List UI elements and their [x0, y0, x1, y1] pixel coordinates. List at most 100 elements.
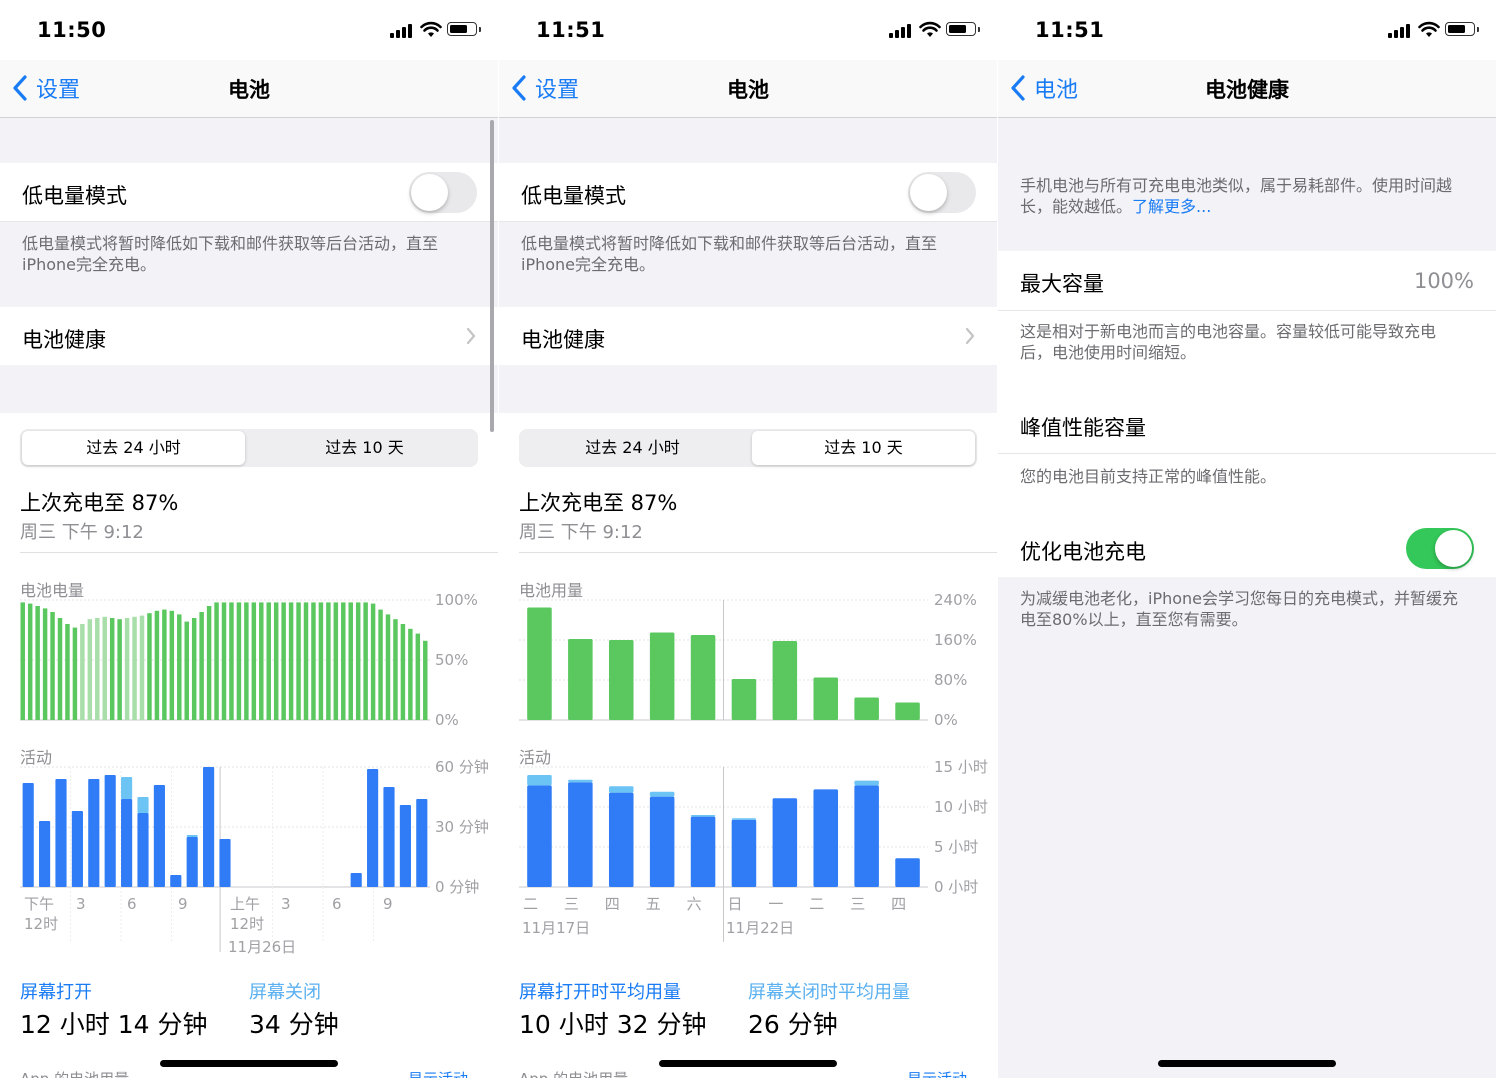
wifi-icon [1418, 21, 1440, 37]
divider [519, 552, 997, 553]
battery-level-bar [251, 602, 257, 720]
battery-level-bar [177, 614, 182, 720]
status-bar: 11:51 [998, 0, 1496, 60]
y-tick-label: 15 小时 [934, 758, 988, 776]
screen-off-avg-label: 屏幕关闭时平均用量 [748, 982, 910, 1003]
y-tick-label: 50% [435, 651, 468, 669]
activity-chart: 15 小时 10 小时 5 小时 0 小时二 三 四 五 六 日 一 二 三 四 11月17日 11月22日 [519, 758, 988, 942]
battery-level-bar [221, 602, 227, 720]
cellular-signal-icon [390, 24, 412, 38]
battery-level-bar [318, 602, 324, 720]
page-title: 电池健康 [1205, 78, 1289, 102]
y-tick-label: 5 小时 [934, 838, 978, 856]
show-activity-button[interactable]: 显示活动 [408, 1068, 468, 1078]
x-tick-label: 6 [332, 895, 342, 913]
screen-on-bar [219, 839, 231, 887]
screen-off-bar [186, 835, 198, 837]
battery-level-bar [333, 602, 339, 720]
toggle-knob [1435, 530, 1472, 567]
screen-on-bar [121, 799, 133, 887]
screen-on-bar [186, 837, 198, 887]
battery-intro-text: 手机电池与所有可充电电池类似，属于易耗部件。使用时间越长，能效越低。了解更多..… [1020, 175, 1466, 217]
segment-24h[interactable]: 过去 24 小时 [521, 431, 744, 465]
date-label: 11月26日 [228, 938, 296, 956]
battery-level-bar [393, 619, 398, 720]
battery-health-cell[interactable]: 电池健康 [0, 307, 498, 365]
screen-off-bar [731, 818, 757, 820]
battery-health-cell[interactable]: 电池健康 [499, 307, 997, 365]
learn-more-link[interactable]: 了解更多... [1132, 197, 1211, 216]
last-charge-label: 上次充电至 87% [20, 491, 179, 515]
optimize-charging-label: 优化电池充电 [1020, 540, 1146, 564]
max-capacity-desc-area: 这是相对于新电池而言的电池容量。容量较低可能导致充电后，电池使用时间缩短。 [998, 310, 1496, 396]
battery-level-bar [154, 610, 160, 720]
battery-health-label: 电池健康 [521, 328, 605, 352]
segment-10d[interactable]: 过去 10 天 [752, 431, 975, 465]
segment-24h[interactable]: 过去 24 小时 [22, 431, 245, 465]
battery-screen-24h: 11:50 设置 电池 低电量模式 低电量模式将暂时降低如下载和邮件获取等后台活… [0, 0, 498, 1078]
nav-bar: 设置 电池 [499, 60, 997, 118]
peak-performance-label: 峰值性能容量 [1020, 416, 1146, 440]
battery-level-bar [400, 624, 406, 720]
x-tick-label: 3 [76, 895, 86, 913]
y-tick-label: 160% [934, 631, 977, 649]
x-tick-label: 一 [768, 895, 783, 913]
peak-performance-cell: 峰值性能容量 [998, 396, 1496, 453]
battery-level-bar [244, 602, 249, 720]
section-spacer [0, 118, 498, 163]
max-capacity-cell: 最大容量 100% [998, 251, 1496, 310]
nav-bar: 电池 电池健康 [998, 60, 1496, 118]
home-indicator[interactable] [659, 1060, 837, 1067]
low-power-toggle[interactable] [908, 172, 976, 213]
activity-chart: 60 分钟 30 分钟 0 分钟下午 12时 3 6 9 上午 12时 3 6 9 11月26日 [20, 758, 489, 956]
screen-on-bar [39, 821, 51, 887]
battery-level-bar [162, 609, 167, 720]
screen-on-bar [71, 811, 83, 887]
low-power-cell: 低电量模式 [499, 163, 997, 222]
battery-usage-bar [813, 677, 839, 720]
battery-level-bar [408, 628, 413, 720]
screen-off-bar [527, 775, 552, 786]
x-tick-label: 9 [178, 895, 188, 913]
scroll-indicator[interactable] [490, 120, 494, 432]
screen-on-bar [22, 783, 34, 887]
screen-on-label: 屏幕打开 [20, 982, 92, 1003]
y-tick-label: 0% [934, 711, 958, 729]
chevron-right-icon [965, 327, 975, 345]
status-time: 11:50 [37, 18, 107, 42]
cellular-signal-icon [1388, 24, 1410, 38]
peak-performance-desc: 您的电池目前支持正常的峰值性能。 [1020, 467, 1277, 486]
screen-on-bar [854, 785, 879, 887]
show-activity-button[interactable]: 显示活动 [907, 1068, 967, 1078]
battery-level-bar [139, 615, 145, 720]
x-tick-label: 三 [564, 895, 579, 913]
screen-on-bar [137, 813, 149, 887]
battery-usage-bar [731, 679, 757, 720]
battery-level-bar [236, 602, 242, 720]
screen-on-value: 12 小时 14 分钟 [20, 1010, 208, 1039]
y-tick-label: 60 分钟 [435, 758, 489, 776]
screen-off-bar [649, 791, 675, 797]
battery-level-bar [191, 618, 197, 720]
battery-level-bar [169, 610, 175, 720]
screen-off-bar [608, 786, 634, 793]
battery-usage-bar [568, 639, 593, 720]
battery-level-bar [117, 619, 122, 720]
peak-performance-desc-area: 您的电池目前支持正常的峰值性能。 [998, 453, 1496, 519]
x-tick-label: 二 [523, 895, 538, 913]
battery-usage-bar [854, 697, 879, 720]
toggle-knob [411, 174, 448, 211]
battery-level-bar [355, 602, 361, 720]
segment-10d[interactable]: 过去 10 天 [253, 431, 476, 465]
low-power-toggle[interactable] [409, 172, 477, 213]
home-indicator[interactable] [1158, 1060, 1336, 1067]
battery-level-bar [35, 606, 40, 720]
home-indicator[interactable] [160, 1060, 338, 1067]
screen-on-bar [690, 816, 716, 887]
screen-on-avg-label: 屏幕打开时平均用量 [519, 982, 681, 1003]
page-title: 电池 [727, 78, 769, 102]
battery-level-bar [102, 616, 107, 720]
optimize-charging-toggle[interactable] [1406, 528, 1474, 569]
x-tick-label: 12时 [24, 915, 58, 933]
battery-level-bar [326, 602, 331, 720]
